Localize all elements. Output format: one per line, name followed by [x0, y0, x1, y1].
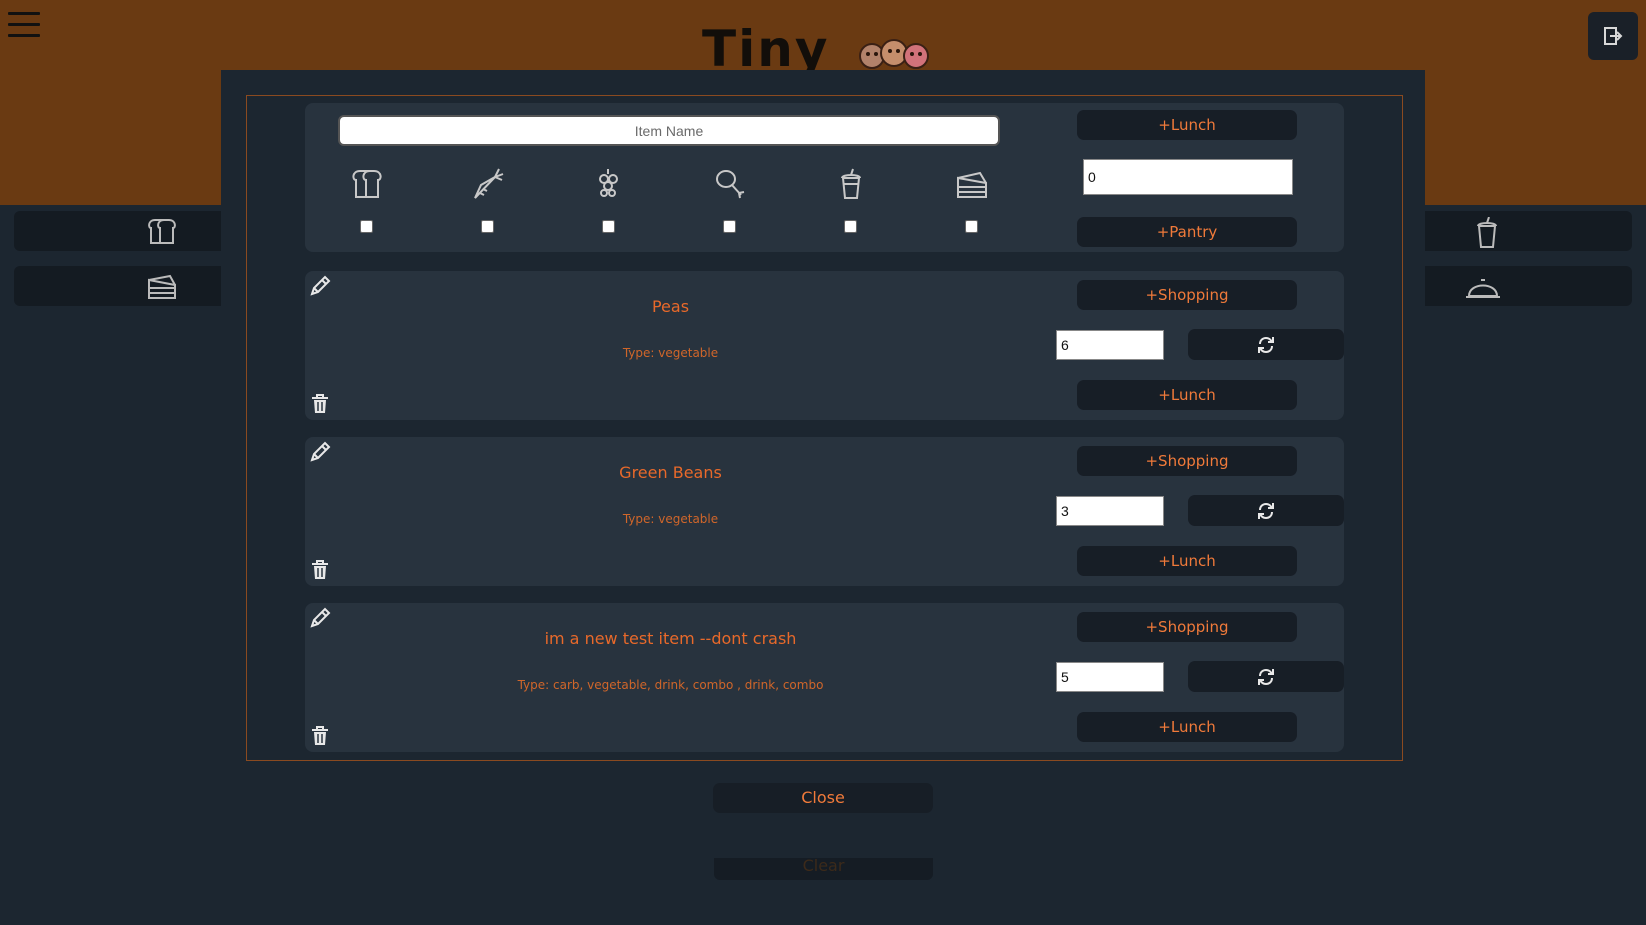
cake-icon[interactable] — [146, 272, 178, 300]
item-quantity-input[interactable] — [1056, 662, 1164, 692]
item-name: Peas — [651, 297, 690, 316]
bread-icon[interactable] — [146, 217, 178, 245]
edit-pencil-icon[interactable] — [309, 275, 331, 297]
close-button[interactable]: Close — [713, 783, 933, 813]
edit-pencil-icon[interactable] — [309, 607, 331, 629]
carb-icon — [352, 170, 382, 198]
drink-checkbox[interactable] — [844, 220, 857, 233]
trash-icon[interactable] — [311, 560, 329, 580]
item-quantity-input[interactable] — [1056, 330, 1164, 360]
vegetable-icon — [474, 168, 504, 199]
dessert-icon — [957, 171, 987, 198]
item-name: im a new test item --dont crash — [544, 629, 797, 648]
item-type: Type: vegetable — [622, 512, 719, 526]
pantry-item-card: Peas Type: vegetable +Shopping +Lunch — [305, 271, 1344, 420]
fruit-checkbox[interactable] — [602, 220, 615, 233]
item-type: Type: vegetable — [622, 346, 719, 360]
protein-checkbox[interactable] — [723, 220, 736, 233]
add-shopping-button[interactable]: +Shopping — [1077, 280, 1297, 310]
add-lunch-button[interactable]: +Lunch — [1077, 546, 1297, 576]
add-pantry-button[interactable]: +Pantry — [1077, 217, 1297, 247]
trash-icon[interactable] — [311, 394, 329, 414]
modal-content: +Lunch +Pantry Peas Type: vegetable +Sho… — [246, 95, 1403, 761]
logout-button[interactable] — [1588, 12, 1638, 60]
pantry-item-card: im a new test item --dont crash Type: ca… — [305, 603, 1344, 752]
quantity-input[interactable] — [1083, 159, 1293, 195]
add-shopping-button[interactable]: +Shopping — [1077, 446, 1297, 476]
new-item-form: +Lunch +Pantry — [305, 103, 1344, 252]
refresh-button[interactable] — [1188, 495, 1344, 526]
add-shopping-button[interactable]: +Shopping — [1077, 612, 1297, 642]
add-lunch-button[interactable]: +Lunch — [1077, 380, 1297, 410]
refresh-icon — [1258, 668, 1274, 685]
pantry-modal: +Lunch +Pantry Peas Type: vegetable +Sho… — [221, 70, 1425, 858]
item-name-input[interactable] — [338, 115, 1000, 146]
edit-pencil-icon[interactable] — [309, 441, 331, 463]
vegetable-checkbox[interactable] — [481, 220, 494, 233]
drink-icon — [841, 168, 861, 199]
refresh-button[interactable] — [1188, 329, 1344, 360]
item-quantity-input[interactable] — [1056, 496, 1164, 526]
item-type: Type: carb, vegetable, drink, combo , dr… — [517, 678, 824, 692]
trash-icon[interactable] — [311, 726, 329, 746]
item-name: Green Beans — [619, 463, 722, 482]
dessert-checkbox[interactable] — [965, 220, 978, 233]
refresh-icon — [1258, 336, 1274, 353]
drink-icon[interactable] — [1473, 217, 1501, 249]
pantry-item-card: Green Beans Type: vegetable +Shopping +L… — [305, 437, 1344, 586]
refresh-button[interactable] — [1188, 661, 1344, 692]
cloche-icon[interactable] — [1465, 272, 1501, 302]
protein-icon — [716, 170, 745, 199]
carb-checkbox[interactable] — [360, 220, 373, 233]
refresh-icon — [1258, 502, 1274, 519]
fruit-icon — [599, 169, 618, 197]
menu-icon[interactable] — [8, 12, 40, 40]
add-lunch-button[interactable]: +Lunch — [1077, 110, 1297, 140]
add-lunch-button[interactable]: +Lunch — [1077, 712, 1297, 742]
logout-icon — [1604, 27, 1623, 45]
logo-mascots-icon — [859, 39, 929, 69]
